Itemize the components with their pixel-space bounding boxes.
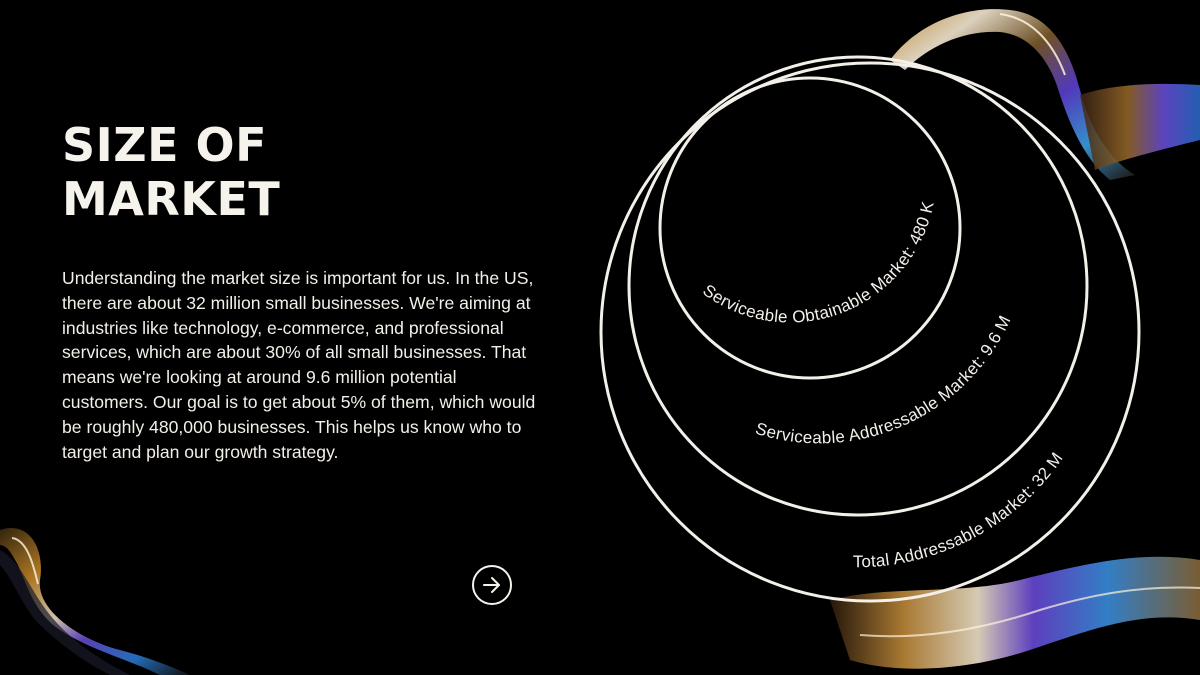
- slide: SIZE OF MARKET Understanding the market …: [0, 0, 1200, 675]
- som-label: Serviceable Obtainable Market: 480 K: [699, 199, 937, 326]
- market-size-diagram: Total Addressable Market: 32 M Serviceab…: [599, 55, 1141, 603]
- tam-circle: [599, 61, 1141, 603]
- tam-label: Total Addressable Market: 32 M: [853, 449, 1067, 572]
- sam-label: Serviceable Addressable Market: 9.6 M: [753, 312, 1014, 447]
